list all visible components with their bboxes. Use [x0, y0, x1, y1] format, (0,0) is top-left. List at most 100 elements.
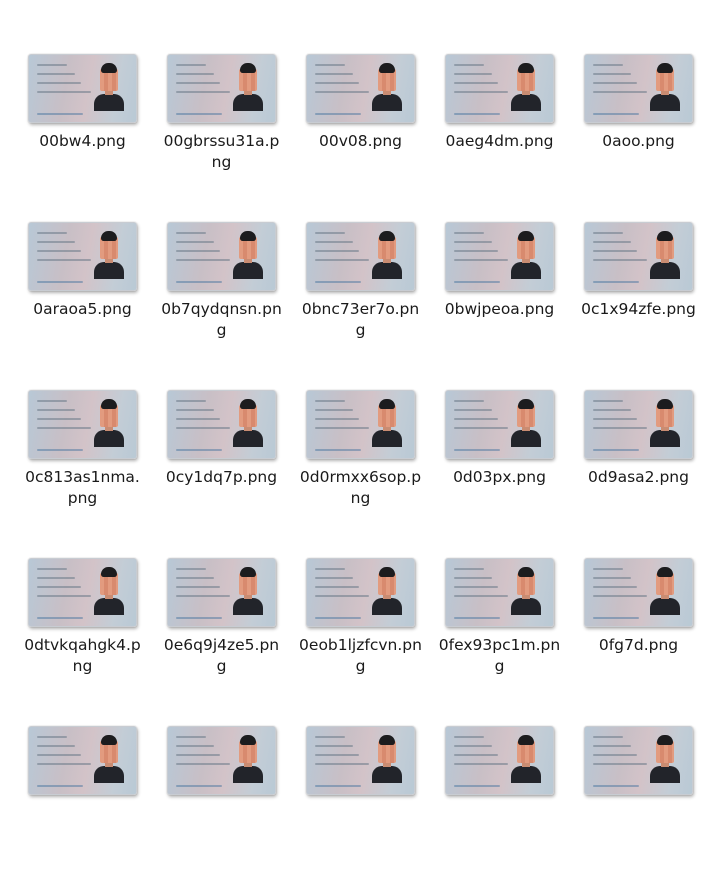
card-text-line — [454, 754, 498, 756]
file-name-label[interactable]: 00gbrssu31a.png — [160, 131, 283, 173]
file-name-label[interactable]: 00v08.png — [299, 131, 422, 152]
file-name-label[interactable]: 0b7qydqnsn.png — [160, 299, 283, 341]
file-item-7[interactable]: 0bnc73er7o.png — [291, 222, 430, 390]
file-name-label[interactable]: 0aeg4dm.png — [438, 131, 561, 152]
file-item-5[interactable]: 0araoa5.png — [13, 222, 152, 390]
file-item-23[interactable] — [430, 726, 569, 894]
id-card-thumbnail-icon[interactable] — [167, 222, 276, 291]
card-text-line — [176, 73, 214, 75]
file-item-20[interactable] — [13, 726, 152, 894]
id-card-thumbnail-icon[interactable] — [584, 222, 693, 291]
id-card-thumbnail-icon[interactable] — [167, 726, 276, 795]
id-card-thumbnail-icon[interactable] — [584, 54, 693, 123]
id-card-thumbnail-icon[interactable] — [28, 558, 137, 627]
file-name-label[interactable]: 0fex93pc1m.png — [438, 635, 561, 677]
file-name-label[interactable]: 0cy1dq7p.png — [160, 467, 283, 488]
id-card-thumbnail-icon[interactable] — [28, 726, 137, 795]
file-name-label[interactable]: 0d0rmxx6sop.png — [299, 467, 422, 509]
id-card-thumbnail-icon[interactable] — [28, 54, 137, 123]
file-item-17[interactable]: 0eob1ljzfcvn.png — [291, 558, 430, 726]
file-name-label[interactable]: 0d03px.png — [438, 467, 561, 488]
file-name-label[interactable]: 0aoo.png — [577, 131, 700, 152]
id-card-thumbnail-icon[interactable] — [584, 390, 693, 459]
file-name-label[interactable]: 00bw4.png — [21, 131, 144, 152]
id-card-thumbnail-icon[interactable] — [306, 726, 415, 795]
file-item-19[interactable]: 0fg7d.png — [569, 558, 708, 726]
card-id-number-line — [315, 113, 361, 115]
file-item-2[interactable]: 00v08.png — [291, 54, 430, 222]
card-text-line — [593, 232, 623, 234]
file-name-label[interactable]: 0c1x94zfe.png — [577, 299, 700, 320]
card-text-line — [454, 595, 508, 597]
id-card-thumbnail-icon[interactable] — [584, 558, 693, 627]
file-item-4[interactable]: 0aoo.png — [569, 54, 708, 222]
portrait-shirt — [650, 598, 680, 615]
file-name-label[interactable]: 0eob1ljzfcvn.png — [299, 635, 422, 677]
id-card-thumbnail-icon[interactable] — [28, 390, 137, 459]
card-text-line — [454, 91, 508, 93]
card-text-line — [454, 64, 484, 66]
file-item-14[interactable]: 0d9asa2.png — [569, 390, 708, 558]
card-text-line — [593, 427, 647, 429]
file-item-11[interactable]: 0cy1dq7p.png — [152, 390, 291, 558]
card-id-number-line — [454, 449, 500, 451]
file-item-18[interactable]: 0fex93pc1m.png — [430, 558, 569, 726]
file-item-16[interactable]: 0e6q9j4ze5.png — [152, 558, 291, 726]
file-name-label[interactable]: 0dtvkqahgk4.png — [21, 635, 144, 677]
id-card-thumbnail-icon[interactable] — [28, 222, 137, 291]
id-card-thumbnail-icon[interactable] — [306, 54, 415, 123]
portrait-shirt — [233, 598, 263, 615]
file-item-24[interactable] — [569, 726, 708, 894]
id-card-thumbnail-icon[interactable] — [167, 558, 276, 627]
file-item-0[interactable]: 00bw4.png — [13, 54, 152, 222]
file-item-10[interactable]: 0c813as1nma.png — [13, 390, 152, 558]
file-item-13[interactable]: 0d03px.png — [430, 390, 569, 558]
file-item-8[interactable]: 0bwjpeoa.png — [430, 222, 569, 390]
file-item-15[interactable]: 0dtvkqahgk4.png — [13, 558, 152, 726]
file-item-12[interactable]: 0d0rmxx6sop.png — [291, 390, 430, 558]
portrait-shirt — [233, 262, 263, 279]
id-card-thumbnail-icon[interactable] — [445, 726, 554, 795]
id-card-thumbnail-icon[interactable] — [167, 390, 276, 459]
portrait-photo — [94, 399, 124, 447]
card-text-line — [454, 736, 484, 738]
file-name-label[interactable]: 0fg7d.png — [577, 635, 700, 656]
card-text-line — [593, 577, 631, 579]
card-id-number-line — [176, 785, 222, 787]
card-text-line — [176, 763, 230, 765]
portrait-shirt — [372, 766, 402, 783]
file-name-label[interactable]: 0araoa5.png — [21, 299, 144, 320]
file-name-label[interactable]: 0bwjpeoa.png — [438, 299, 561, 320]
id-card-thumbnail-icon[interactable] — [445, 222, 554, 291]
file-item-3[interactable]: 0aeg4dm.png — [430, 54, 569, 222]
card-text-line — [176, 64, 206, 66]
file-item-9[interactable]: 0c1x94zfe.png — [569, 222, 708, 390]
file-item-6[interactable]: 0b7qydqnsn.png — [152, 222, 291, 390]
card-text-line — [37, 595, 91, 597]
file-name-label[interactable]: 0c813as1nma.png — [21, 467, 144, 509]
file-name-label[interactable]: 0bnc73er7o.png — [299, 299, 422, 341]
file-item-1[interactable]: 00gbrssu31a.png — [152, 54, 291, 222]
id-card-thumbnail-icon[interactable] — [445, 54, 554, 123]
card-text-line — [593, 82, 637, 84]
card-id-number-line — [37, 785, 83, 787]
id-card-thumbnail-icon[interactable] — [306, 558, 415, 627]
card-text-line — [593, 400, 623, 402]
card-id-number-line — [593, 113, 639, 115]
id-card-thumbnail-icon[interactable] — [306, 390, 415, 459]
portrait-shirt — [511, 598, 541, 615]
id-card-thumbnail-icon[interactable] — [445, 390, 554, 459]
id-card-thumbnail-icon[interactable] — [167, 54, 276, 123]
portrait-photo — [511, 231, 541, 279]
portrait-hair — [379, 567, 395, 577]
card-text-line — [593, 595, 647, 597]
portrait-shirt — [94, 430, 124, 447]
file-item-22[interactable] — [291, 726, 430, 894]
file-item-21[interactable] — [152, 726, 291, 894]
id-card-thumbnail-icon[interactable] — [306, 222, 415, 291]
file-name-label[interactable]: 0e6q9j4ze5.png — [160, 635, 283, 677]
id-card-thumbnail-icon[interactable] — [584, 726, 693, 795]
file-name-label[interactable]: 0d9asa2.png — [577, 467, 700, 488]
card-id-number-line — [315, 617, 361, 619]
id-card-thumbnail-icon[interactable] — [445, 558, 554, 627]
